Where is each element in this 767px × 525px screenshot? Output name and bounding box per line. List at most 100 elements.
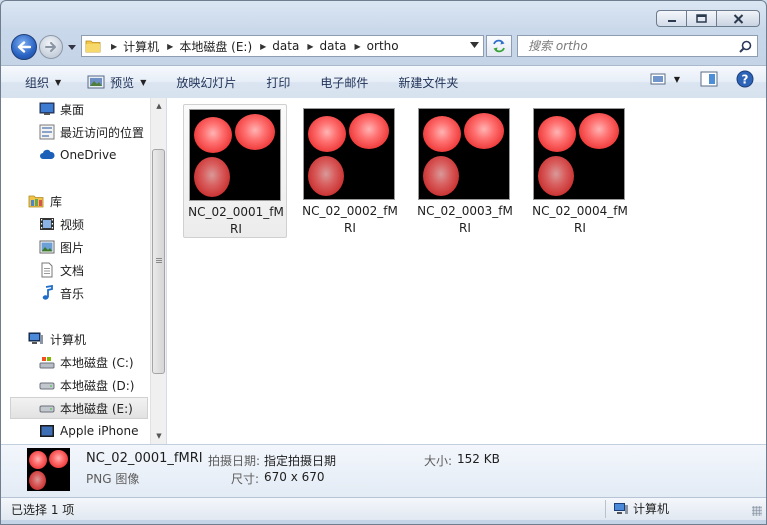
new-folder-button[interactable]: 新建文件夹 <box>392 70 464 94</box>
search-icon[interactable] <box>739 40 752 53</box>
chevron-down-icon <box>68 44 76 50</box>
dimensions-value: 670 x 670 <box>264 470 325 484</box>
sidebar-item-drive-e[interactable]: 本地磁盘 (E:) <box>10 397 148 419</box>
file-name: NC_02_0002_fMRI <box>302 204 398 235</box>
view-controls: ▼ ? <box>650 70 754 88</box>
sidebar-item-label: 计算机 <box>50 332 87 347</box>
music-icon <box>42 285 53 300</box>
minimize-button[interactable] <box>656 10 686 27</box>
maximize-button[interactable] <box>686 10 716 27</box>
date-taken-value[interactable]: 指定拍摄日期 <box>264 452 336 469</box>
help-icon[interactable]: ? <box>736 70 754 88</box>
breadcrumb-data-1[interactable]: data <box>272 39 299 53</box>
folder-icon <box>85 40 101 53</box>
details-file-name: NC_02_0001_fMRI <box>86 451 203 466</box>
file-item[interactable]: NC_02_0004_fMRI <box>528 104 632 238</box>
sidebar-item-onedrive[interactable]: OneDrive <box>1 144 149 166</box>
sidebar-item-label: 视频 <box>60 217 85 232</box>
breadcrumb-data-2[interactable]: data <box>319 39 346 53</box>
refresh-button[interactable] <box>486 35 512 57</box>
sidebar-item-label: 桌面 <box>60 102 85 117</box>
documents-icon <box>41 262 53 278</box>
scrollbar-thumb[interactable] <box>152 149 165 374</box>
preview-pane-icon[interactable] <box>700 71 718 87</box>
sidebar-item-label: 图片 <box>60 240 85 255</box>
breadcrumb-separator-icon[interactable]: ▶ <box>355 42 361 51</box>
sidebar-item-desktop[interactable]: 桌面 <box>1 98 149 120</box>
search-input[interactable] <box>526 38 739 54</box>
sidebar-scrollbar[interactable]: ▲ ▼ <box>150 98 166 444</box>
status-bar: 已选择 1 项 计算机 <box>1 497 766 520</box>
address-bar[interactable]: ▶ 计算机 ▶ 本地磁盘 (E:) ▶ data ▶ data ▶ ortho <box>81 35 484 57</box>
desktop-icon <box>39 102 55 115</box>
organize-button[interactable]: 组织 ▼ <box>19 70 67 94</box>
breadcrumb-ortho[interactable]: ortho <box>367 39 399 53</box>
forward-arrow-icon <box>45 42 56 52</box>
file-item[interactable]: NC_02_0002_fMRI <box>298 104 402 238</box>
search-box[interactable] <box>517 35 758 57</box>
sidebar-item-drive-d[interactable]: 本地磁盘 (D:) <box>1 374 149 396</box>
sidebar-item-label: 本地磁盘 (E:) <box>60 401 133 416</box>
refresh-icon <box>493 39 505 53</box>
phone-icon <box>40 425 54 437</box>
details-file-type: PNG 图像 <box>86 472 140 486</box>
sidebar-item-computer[interactable]: 计算机 <box>1 328 149 350</box>
close-button[interactable] <box>716 10 760 27</box>
size-label: 大小: <box>424 454 453 468</box>
chevron-down-icon: ▼ <box>140 77 147 87</box>
breadcrumb-separator-icon[interactable]: ▶ <box>307 42 313 51</box>
pictures-icon <box>39 240 55 254</box>
sidebar-item-label: 文档 <box>60 263 85 278</box>
address-dropdown-icon[interactable] <box>470 42 479 48</box>
status-location-label: 计算机 <box>633 502 670 516</box>
sidebar-item-label: 本地磁盘 (D:) <box>60 378 135 393</box>
cloud-icon <box>40 149 55 159</box>
image-thumbnail <box>189 109 281 201</box>
minimize-icon <box>667 19 676 22</box>
file-item[interactable]: NC_02_0003_fMRI <box>413 104 517 238</box>
preview-button[interactable]: 预览 ▼ <box>81 70 152 94</box>
sidebar-item-iphone[interactable]: Apple iPhone <box>1 420 149 442</box>
video-icon <box>40 218 54 230</box>
image-thumbnail <box>303 108 395 200</box>
svg-text:?: ? <box>742 73 749 87</box>
print-label: 打印 <box>266 75 291 90</box>
breadcrumb-drive-e[interactable]: 本地磁盘 (E:) <box>179 38 252 55</box>
sidebar-item-library[interactable]: 库 <box>1 190 149 212</box>
sidebar-item-drive-c[interactable]: 本地磁盘 (C:) <box>1 351 149 373</box>
breadcrumb-separator-icon[interactable]: ▶ <box>167 42 173 51</box>
navigation-pane: 桌面 最近访问的位置 OneDrive 库 视频 图片 文档 音乐 计算机 本地… <box>1 98 167 444</box>
breadcrumb-separator-icon[interactable]: ▶ <box>111 42 117 51</box>
computer-icon <box>614 502 628 514</box>
slideshow-button[interactable]: 放映幻灯片 <box>170 70 242 94</box>
sidebar-item-recent-places[interactable]: 最近访问的位置 <box>1 121 149 143</box>
navigation-bar: ▶ 计算机 ▶ 本地磁盘 (E:) ▶ data ▶ data ▶ ortho <box>1 32 766 60</box>
selection-count: 已选择 1 项 <box>11 503 75 517</box>
breadcrumb-computer[interactable]: 计算机 <box>123 38 159 55</box>
sidebar-item-documents[interactable]: 文档 <box>1 259 149 281</box>
breadcrumb-separator-icon[interactable]: ▶ <box>260 42 266 51</box>
status-location: 计算机 <box>613 500 669 517</box>
view-icon <box>650 73 666 85</box>
scroll-down-icon[interactable]: ▼ <box>151 428 166 444</box>
sidebar-item-label: 音乐 <box>60 286 85 301</box>
print-button[interactable]: 打印 <box>260 70 296 94</box>
system-drive-icon <box>39 357 55 369</box>
preview-icon <box>87 75 105 89</box>
back-button[interactable] <box>11 34 37 60</box>
forward-button[interactable] <box>39 35 63 59</box>
sidebar-item-music[interactable]: 音乐 <box>1 282 149 304</box>
resize-grip-icon[interactable] <box>752 506 762 516</box>
file-item[interactable]: NC_02_0001_fMRI <box>183 104 287 238</box>
maximize-icon <box>696 14 707 23</box>
email-button[interactable]: 电子邮件 <box>314 70 374 94</box>
file-list: NC_02_0001_fMRI NC_02_0002_fMRI NC_02_00… <box>167 98 766 444</box>
sidebar-item-label: 库 <box>50 194 63 209</box>
change-view-button[interactable]: ▼ <box>650 72 680 86</box>
sidebar-item-pictures[interactable]: 图片 <box>1 236 149 258</box>
scroll-up-icon[interactable]: ▲ <box>151 98 166 114</box>
sidebar-item-video[interactable]: 视频 <box>1 213 149 235</box>
recent-pages-button[interactable] <box>66 41 78 53</box>
chevron-down-icon: ▼ <box>673 74 680 84</box>
command-bar: 组织 ▼ 预览 ▼ 放映幻灯片 打印 电子邮件 新建文件夹 ▼ ? <box>1 65 766 99</box>
